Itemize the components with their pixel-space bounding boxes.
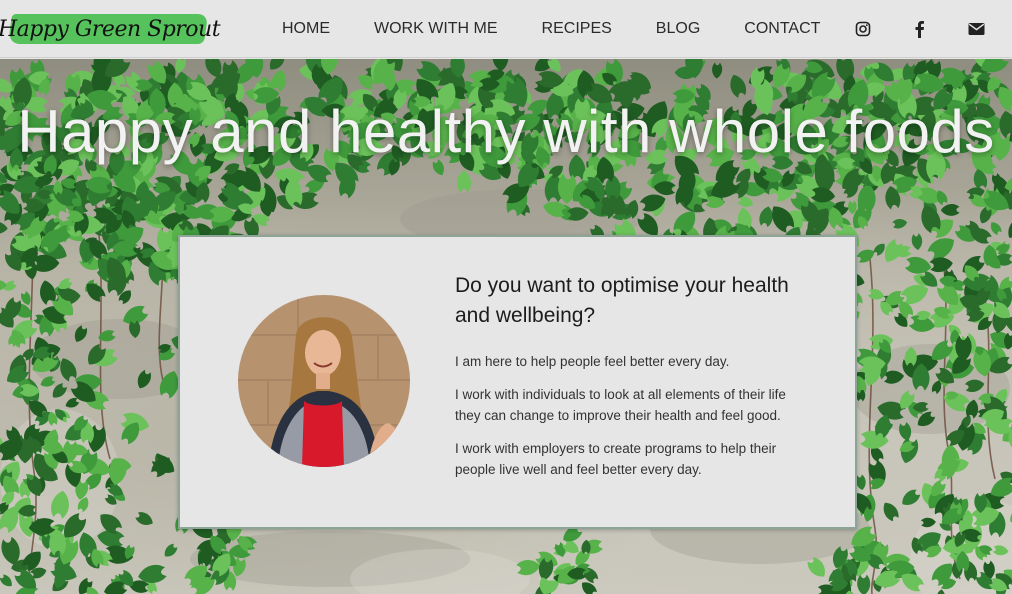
nav-contact[interactable]: CONTACT (744, 20, 820, 38)
card-text-column: Do you want to optimise your health and … (455, 271, 815, 492)
instagram-icon[interactable] (853, 19, 873, 39)
card-heading: Do you want to optimise your health and … (455, 274, 789, 327)
email-icon[interactable] (966, 19, 986, 39)
facebook-icon[interactable] (909, 19, 929, 39)
site-header: Happy Green Sprout HOME WORK WITH ME REC… (0, 0, 1012, 58)
nav-home[interactable]: HOME (282, 20, 330, 38)
logo-text: Happy Green Sprout (0, 16, 221, 42)
card-paragraph-3: I work with employers to create programs… (455, 441, 777, 477)
profile-portrait (238, 295, 410, 467)
nav-work-with-me[interactable]: WORK WITH ME (374, 20, 498, 38)
intro-card: Do you want to optimise your health and … (178, 235, 857, 529)
nav-blog[interactable]: BLOG (656, 20, 700, 38)
main-nav: HOME WORK WITH ME RECIPES BLOG CONTACT (260, 0, 842, 58)
card-paragraph-1: I am here to help people feel better eve… (455, 354, 730, 369)
card-paragraph-2: I work with individuals to look at all e… (455, 387, 786, 423)
nav-recipes[interactable]: RECIPES (542, 20, 612, 38)
site-logo[interactable]: Happy Green Sprout (0, 8, 221, 50)
hero-title: Happy and healthy with whole foods (17, 98, 995, 165)
